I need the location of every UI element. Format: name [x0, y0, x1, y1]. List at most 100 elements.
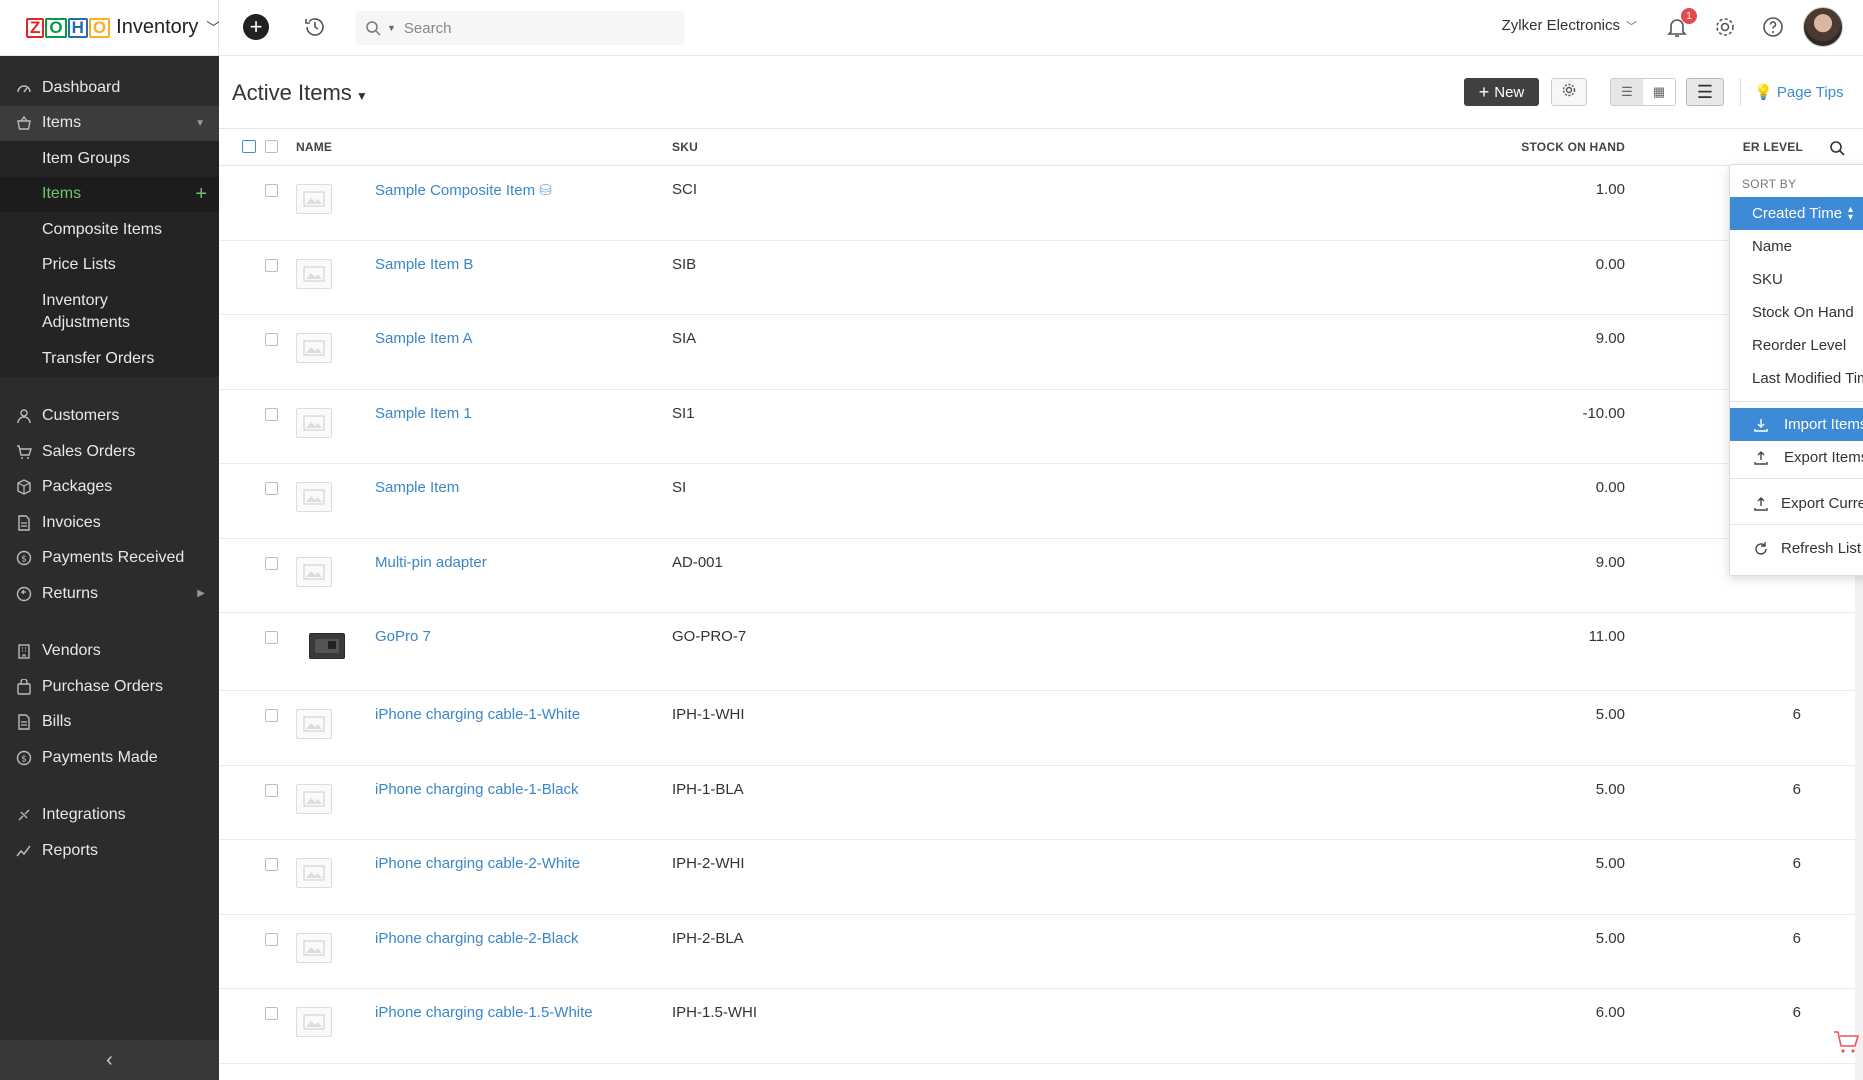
sidebar-item-packages[interactable]: Packages: [0, 470, 219, 506]
sort-option-created-time[interactable]: Created Time ▴ ▾: [1730, 197, 1863, 230]
sidebar-item-items[interactable]: Items ▼: [0, 105, 219, 141]
table-row[interactable]: iPhone charging cable-2-White IPH-2-WHI …: [219, 840, 1863, 915]
image-placeholder-icon: [296, 556, 332, 587]
cart-icon[interactable]: [1831, 1026, 1861, 1056]
item-sku: IPH-1-WHI: [672, 706, 745, 723]
sidebar-item-inventory-adjustments[interactable]: Inventory Adjustments: [0, 283, 219, 341]
sidebar-item-payments-received[interactable]: $ Payments Received: [0, 541, 219, 577]
item-name-link[interactable]: iPhone charging cable-2-White: [375, 855, 580, 872]
item-name-link[interactable]: Sample Item B: [375, 256, 473, 273]
table-row[interactable]: Multi-pin adapter AD-001 9.00: [219, 539, 1863, 613]
table-row[interactable]: Sample Composite Item ⛁ SCI 1.00: [219, 166, 1863, 241]
table-row[interactable]: Sample Item B SIB 0.00: [219, 241, 1863, 315]
settings-button[interactable]: [1551, 78, 1587, 106]
sidebar-item-purchase-orders[interactable]: Purchase Orders: [0, 669, 219, 705]
page-tips-link[interactable]: 💡 Page Tips: [1754, 83, 1844, 101]
row-checkbox[interactable]: [265, 482, 278, 495]
row-checkbox[interactable]: [265, 556, 278, 570]
brand-logo[interactable]: ZOHO Inventory ﹀: [0, 0, 220, 56]
row-checkbox[interactable]: [265, 932, 278, 946]
item-name-link[interactable]: iPhone charging cable-1-Black: [375, 781, 578, 798]
item-reorder-level: 6: [1792, 706, 1801, 723]
sort-option-last-modified-time[interactable]: Last Modified Time: [1730, 362, 1863, 395]
item-name-link[interactable]: GoPro 7: [375, 628, 431, 645]
column-header-sku[interactable]: SKU: [672, 140, 698, 154]
select-all-checkbox[interactable]: [265, 140, 278, 153]
sidebar-item-integrations[interactable]: Integrations: [0, 798, 219, 834]
row-checkbox[interactable]: [265, 258, 278, 272]
sidebar-item-transfer-orders[interactable]: Transfer Orders: [0, 341, 219, 377]
sidebar-item-payments-made[interactable]: $ Payments Made: [0, 740, 219, 776]
row-checkbox[interactable]: [265, 783, 278, 797]
refresh-list-option[interactable]: Refresh List: [1730, 532, 1863, 565]
add-icon[interactable]: +: [195, 183, 207, 206]
sidebar-item-vendors[interactable]: Vendors: [0, 634, 219, 670]
item-name-link[interactable]: Sample Item A: [375, 330, 473, 347]
sidebar-item-reports[interactable]: Reports: [0, 833, 219, 869]
table-row[interactable]: iPhone charging cable-1-Black IPH-1-BLA …: [219, 766, 1863, 840]
sidebar-item-invoices[interactable]: Invoices: [0, 505, 219, 541]
sort-by-caption: SORT BY: [1742, 177, 1797, 191]
table-row[interactable]: iPhone charging cable-2-Black IPH-2-BLA …: [219, 915, 1863, 989]
table-row[interactable]: Sample Item A SIA 9.00: [219, 315, 1863, 390]
column-chooser-icon[interactable]: [242, 140, 256, 153]
organization-switcher[interactable]: Zylker Electronics ﹀: [1502, 17, 1637, 34]
row-checkbox[interactable]: [265, 1007, 278, 1020]
item-stock: 5.00: [1595, 855, 1625, 872]
item-name-link[interactable]: Multi-pin adapter: [375, 554, 487, 571]
sidebar-item-label: Returns: [42, 584, 99, 602]
gear-icon[interactable]: [1713, 15, 1737, 39]
sidebar-item-sales-orders[interactable]: Sales Orders: [0, 434, 219, 470]
search-icon[interactable]: [1829, 140, 1845, 156]
sort-option-name[interactable]: Name: [1730, 230, 1863, 263]
export-items-option[interactable]: Export Items: [1730, 441, 1863, 474]
sidebar-item-item-groups[interactable]: Item Groups: [0, 141, 219, 177]
sidebar-item-returns[interactable]: Returns ▶: [0, 576, 219, 612]
quick-create-button[interactable]: +: [243, 14, 269, 40]
sidebar-item-price-lists[interactable]: Price Lists: [0, 247, 219, 283]
more-options-button[interactable]: ☰: [1686, 78, 1724, 106]
item-name-link[interactable]: Sample Composite Item ⛁: [375, 181, 552, 199]
hamburger-icon: ☰: [1696, 81, 1714, 102]
item-name-link[interactable]: Sample Item 1: [375, 405, 472, 422]
column-header-reorder-level[interactable]: ER LEVEL: [1743, 140, 1803, 154]
search-input[interactable]: ▼ Search: [355, 11, 685, 45]
column-header-name[interactable]: NAME: [296, 140, 332, 154]
item-name-link[interactable]: iPhone charging cable-2-Black: [375, 930, 578, 947]
table-row[interactable]: iPhone charging cable-1-White IPH-1-WHI …: [219, 691, 1863, 766]
history-icon[interactable]: [302, 14, 328, 40]
item-name-link[interactable]: iPhone charging cable-1-White: [375, 706, 580, 723]
row-checkbox[interactable]: [265, 709, 278, 722]
new-item-button[interactable]: + New: [1464, 78, 1539, 106]
row-checkbox[interactable]: [265, 184, 278, 197]
avatar[interactable]: [1803, 7, 1843, 47]
help-icon[interactable]: [1761, 15, 1785, 39]
sidebar-item-bills[interactable]: Bills: [0, 705, 219, 741]
sidebar-item-customers[interactable]: Customers: [0, 399, 219, 435]
table-row[interactable]: GoPro 7 GO-PRO-7 11.00: [219, 613, 1863, 691]
row-checkbox[interactable]: [265, 407, 278, 421]
row-checkbox[interactable]: [265, 333, 278, 346]
collapse-sidebar-button[interactable]: ‹: [0, 1040, 219, 1080]
item-name-link[interactable]: iPhone charging cable-1.5-White: [375, 1004, 593, 1021]
sidebar-item-composite-items[interactable]: Composite Items: [0, 212, 219, 248]
table-row[interactable]: Sample Item 1 SI1 -10.00: [219, 390, 1863, 464]
sidebar-item-dashboard[interactable]: Dashboard: [0, 70, 219, 106]
view-selector[interactable]: Active Items ▼: [232, 80, 368, 106]
item-name-link[interactable]: Sample Item: [375, 479, 459, 496]
row-checkbox[interactable]: [265, 858, 278, 871]
sidebar-item-items-sub[interactable]: Items +: [0, 176, 219, 212]
sort-option-stock-on-hand[interactable]: Stock On Hand: [1730, 296, 1863, 329]
grid-view-icon[interactable]: ▦: [1643, 79, 1675, 105]
table-row[interactable]: iPhone charging cable-1.5-White IPH-1.5-…: [219, 989, 1863, 1064]
search-filter-caret-icon[interactable]: ▼: [387, 23, 396, 33]
list-view-icon[interactable]: ☰: [1611, 79, 1643, 105]
items-table: NAME SKU STOCK ON HAND ER LEVEL Sample C…: [219, 128, 1863, 1064]
column-header-stock[interactable]: STOCK ON HAND: [1521, 140, 1625, 154]
table-row[interactable]: Sample Item SI 0.00: [219, 464, 1863, 539]
sort-option-sku[interactable]: SKU: [1730, 263, 1863, 296]
export-current-view-option[interactable]: Export Current View: [1730, 487, 1863, 520]
row-checkbox[interactable]: [265, 631, 278, 644]
import-items-option[interactable]: Import Items: [1730, 408, 1863, 441]
sort-option-reorder-level[interactable]: Reorder Level: [1730, 329, 1863, 362]
